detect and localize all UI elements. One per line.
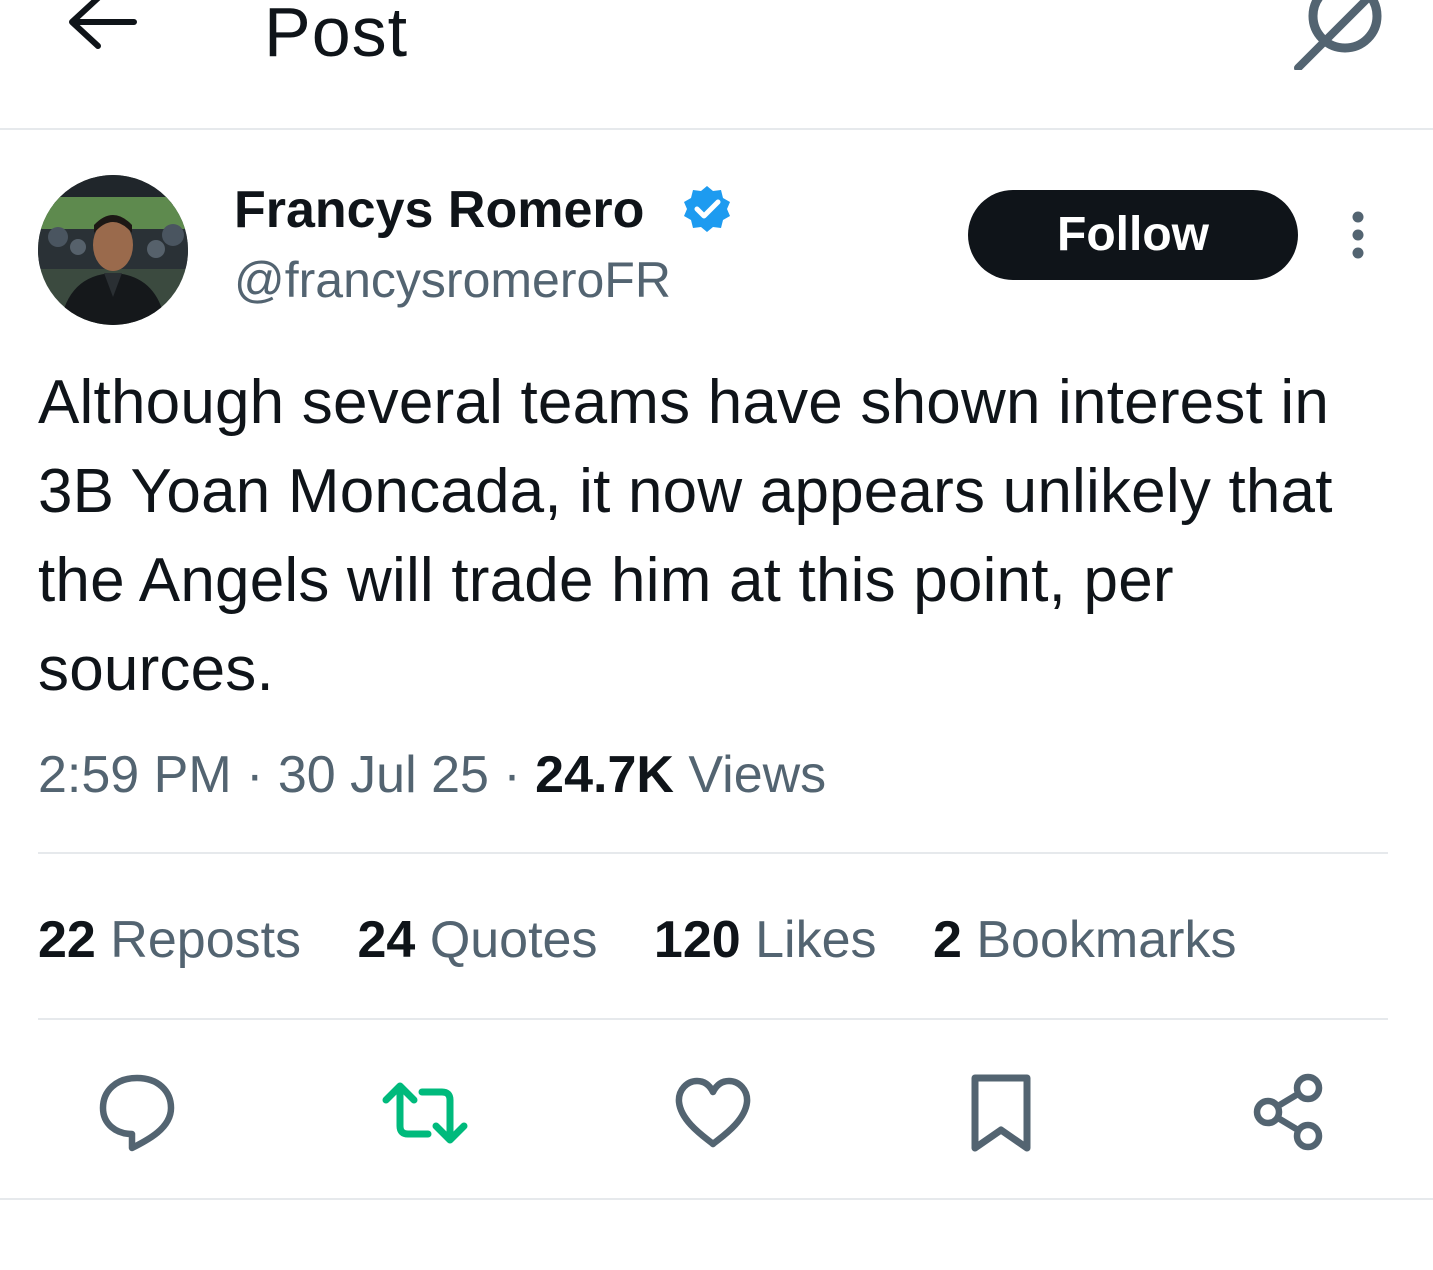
reply-button[interactable] [92, 1068, 182, 1158]
quotes-count: 24 [357, 911, 416, 969]
tweet-metadata: 2:59 PM · 30 Jul 25 · 24.7K Views [38, 740, 826, 810]
tweet-date[interactable]: 30 Jul 25 [278, 746, 489, 804]
reply-icon [99, 1074, 175, 1152]
share-icon [1253, 1073, 1323, 1151]
divider [38, 1018, 1388, 1020]
meta-separator: · [503, 746, 521, 804]
likes-stat[interactable]: 120 Likes [654, 905, 877, 975]
likes-label: Likes [755, 911, 877, 969]
arrow-left-icon [69, 0, 137, 49]
author-display-name[interactable]: Francys Romero [234, 180, 644, 240]
quotes-label: Quotes [429, 911, 598, 969]
page-title: Post [264, 0, 409, 71]
reposts-stat[interactable]: 22 Reposts [38, 905, 301, 975]
tweet-time[interactable]: 2:59 PM [38, 746, 232, 804]
profile-photo [38, 175, 188, 325]
bookmark-icon [971, 1074, 1031, 1152]
follow-button[interactable]: Follow [968, 190, 1298, 280]
more-options-button[interactable] [1330, 205, 1386, 265]
back-button[interactable] [56, 0, 146, 74]
grok-icon [1294, 0, 1382, 72]
bookmarks-label: Bookmarks [976, 911, 1237, 969]
likes-count: 120 [653, 911, 741, 969]
top-bar: Post [0, 0, 1433, 130]
like-button[interactable] [668, 1068, 758, 1158]
like-icon [675, 1077, 751, 1148]
views-count: 24.7K [535, 746, 674, 804]
bookmarks-count: 2 [933, 911, 962, 969]
views-label: Views [688, 746, 827, 804]
divider [38, 852, 1388, 854]
bookmarks-stat[interactable]: 2 Bookmarks [933, 905, 1236, 975]
bookmark-button[interactable] [956, 1068, 1046, 1158]
meta-separator: · [246, 746, 264, 804]
repost-button[interactable] [380, 1068, 470, 1158]
quotes-stat[interactable]: 24 Quotes [358, 905, 598, 975]
repost-icon [382, 1082, 468, 1144]
author-handle[interactable]: @francysromeroFR [234, 250, 671, 310]
tweet-text: Although several teams have shown intere… [38, 368, 1333, 704]
engagement-stats: 22 Reposts 24 Quotes 120 Likes 2 Bookmar… [38, 905, 1278, 975]
section-divider [0, 1198, 1433, 1200]
share-button[interactable] [1244, 1068, 1334, 1158]
reposts-label: Reposts [110, 911, 302, 969]
reposts-count: 22 [38, 911, 96, 969]
avatar[interactable] [38, 175, 188, 325]
more-vertical-icon [1352, 211, 1364, 259]
verified-badge-icon [682, 184, 732, 234]
grok-button[interactable] [1290, 0, 1390, 72]
